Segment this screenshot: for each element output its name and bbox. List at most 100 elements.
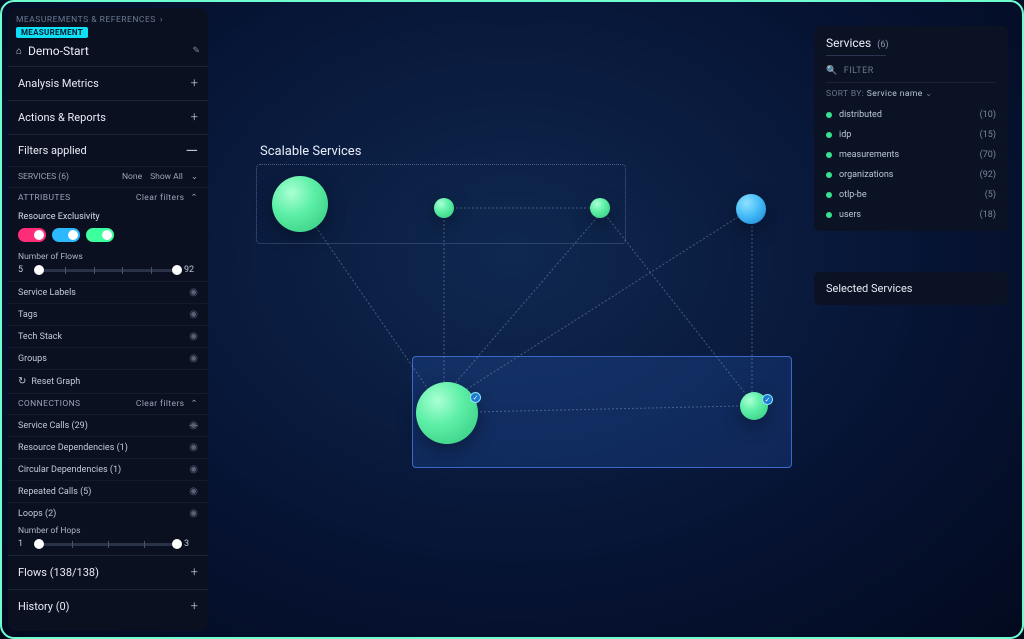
chevron-right-icon: › (160, 15, 163, 25)
filter-tags[interactable]: Tags◉ (8, 303, 208, 325)
filter-tech-stack[interactable]: Tech Stack◉ (8, 325, 208, 347)
hops-max: 3 (184, 539, 198, 549)
hops-track[interactable] (36, 543, 180, 546)
filters-applied-section[interactable]: Filters applied — (8, 134, 208, 166)
eye-icon[interactable]: ◉ (189, 287, 198, 298)
view-header: ⌂ Demo-Start ✎ (8, 42, 208, 66)
service-item[interactable]: users(18) (826, 205, 996, 225)
minus-icon: — (186, 148, 199, 154)
eye-icon[interactable]: ◉ (189, 508, 198, 519)
node-small-2[interactable] (590, 198, 610, 218)
plus-icon: + (191, 565, 198, 580)
node-small-1[interactable] (434, 198, 454, 218)
service-item[interactable]: idp(15) (826, 125, 996, 145)
eye-icon[interactable]: ◉ (189, 309, 198, 320)
filter-groups[interactable]: Groups◉ (8, 347, 208, 369)
chevron-up-icon[interactable]: ⌃ (190, 399, 198, 409)
slider-knob-left[interactable] (34, 539, 44, 549)
resource-exclusivity-label: Resource Exclusivity (8, 208, 208, 224)
service-item[interactable]: measurements(70) (826, 145, 996, 165)
dot-icon (826, 132, 832, 138)
eye-icon[interactable]: ◉ (189, 353, 198, 364)
hops-slider: Number of Hops 1 3 (8, 524, 208, 555)
toggle-pink[interactable] (18, 228, 46, 242)
flows-min: 5 (18, 265, 32, 275)
slider-knob-right[interactable] (172, 539, 182, 549)
home-icon: ⌂ (16, 46, 22, 57)
history-section[interactable]: History (0) + (8, 589, 208, 623)
toggle-blue[interactable] (52, 228, 80, 242)
section-label: History (0) (18, 600, 70, 613)
clear-filters-link[interactable]: Clear filters (136, 399, 185, 409)
plus-icon: + (191, 76, 198, 91)
service-item[interactable]: distributed(10) (826, 105, 996, 125)
services-label: SERVICES (6) (18, 172, 69, 182)
section-label: Analysis Metrics (18, 77, 99, 90)
sidebar: MEASUREMENTS & REFERENCES › MEASUREMENT … (8, 8, 208, 631)
conn-repeated-calls[interactable]: Repeated Calls (5)◉ (8, 480, 208, 502)
connections-label: CONNECTIONS (18, 399, 81, 409)
services-sort[interactable]: SORT BY: Service name ⌄ (826, 89, 996, 99)
flows-slider: Number of Flows 5 92 (8, 250, 208, 281)
node-large-1[interactable] (272, 176, 328, 232)
conn-service-calls[interactable]: Service Calls (29)◉ (8, 414, 208, 436)
dot-icon (826, 152, 832, 158)
clear-filters-link[interactable]: Clear filters (136, 193, 185, 203)
filter-service-labels[interactable]: Service Labels◉ (8, 281, 208, 303)
attributes-subheader: ATTRIBUTES Clear filters ⌃ (8, 187, 208, 208)
conn-resource-deps[interactable]: Resource Dependencies (1)◉ (8, 436, 208, 458)
hops-min: 1 (18, 539, 32, 549)
edit-icon[interactable]: ✎ (192, 46, 200, 56)
breadcrumb[interactable]: MEASUREMENTS & REFERENCES › (8, 8, 208, 27)
selected-services-panel[interactable]: Selected Services (814, 272, 1008, 305)
chevron-down-icon: ⌄ (925, 89, 933, 99)
eye-icon[interactable]: ◉ (189, 464, 198, 475)
canvas-title: Scalable Services (260, 144, 361, 159)
eye-icon[interactable]: ◉ (189, 442, 198, 453)
slider-knob-right[interactable] (172, 265, 182, 275)
conn-circular-deps[interactable]: Circular Dependencies (1)◉ (8, 458, 208, 480)
eye-icon[interactable]: ◉ (189, 331, 198, 342)
services-filter[interactable]: 🔍 FILTER (826, 66, 996, 83)
dot-icon (826, 192, 832, 198)
reset-graph[interactable]: ↻Reset Graph (8, 369, 208, 393)
reset-icon: ↻ (18, 376, 26, 387)
connections-subheader: CONNECTIONS Clear filters ⌃ (8, 393, 208, 414)
hops-slider-label: Number of Hops (18, 526, 198, 536)
flows-track[interactable] (36, 269, 180, 272)
node-large-2[interactable] (416, 382, 478, 444)
chevron-down-icon[interactable]: ⌄ (191, 172, 198, 182)
search-icon: 🔍 (826, 66, 838, 76)
attributes-label: ATTRIBUTES (18, 193, 71, 203)
service-item[interactable]: organizations(92) (826, 165, 996, 185)
analysis-metrics-section[interactable]: Analysis Metrics + (8, 66, 208, 100)
services-panel: Services (6) 🔍 FILTER SORT BY: Service n… (814, 26, 1008, 231)
eye-off-icon[interactable]: ◉ (189, 420, 198, 431)
actions-reports-section[interactable]: Actions & Reports + (8, 100, 208, 134)
breadcrumb-label: MEASUREMENTS & REFERENCES (16, 15, 156, 25)
none-link[interactable]: None (122, 172, 142, 182)
measurement-badge: MEASUREMENT (16, 27, 88, 38)
flows-section[interactable]: Flows (138/138) + (8, 555, 208, 589)
service-item[interactable]: otlp-be(5) (826, 185, 996, 205)
view-title: Demo-Start (28, 44, 186, 58)
services-count: (6) (877, 40, 888, 50)
section-label: Filters applied (18, 144, 87, 157)
chevron-up-icon[interactable]: ⌃ (190, 193, 198, 203)
services-panel-title: Services (6) (826, 36, 886, 56)
dot-icon (826, 112, 832, 118)
check-badge-icon: ✓ (470, 392, 481, 403)
check-badge-icon: ✓ (762, 394, 773, 405)
services-subheader: SERVICES (6) None Show All ⌄ (8, 166, 208, 187)
conn-loops[interactable]: Loops (2)◉ (8, 502, 208, 524)
toggle-green[interactable] (86, 228, 114, 242)
services-list: distributed(10) idp(15) measurements(70)… (826, 105, 996, 225)
eye-icon[interactable]: ◉ (189, 486, 198, 497)
node-blue[interactable] (736, 194, 766, 224)
slider-knob-left[interactable] (34, 265, 44, 275)
plus-icon: + (191, 599, 198, 614)
showall-link[interactable]: Show All (150, 172, 183, 182)
flows-slider-label: Number of Flows (18, 252, 198, 262)
dot-icon (826, 172, 832, 178)
flows-max: 92 (184, 265, 198, 275)
